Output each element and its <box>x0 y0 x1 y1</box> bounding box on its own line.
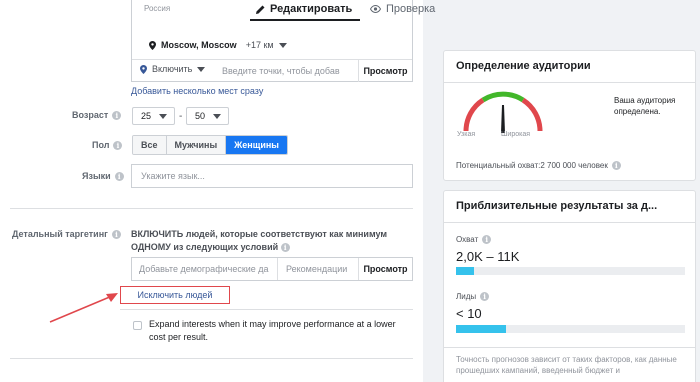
audience-note: Ваша аудитория определена. <box>614 96 676 116</box>
age-label: Возраст <box>72 110 109 120</box>
gender-option-men[interactable]: Мужчины <box>166 136 227 154</box>
info-icon[interactable]: i <box>114 171 124 181</box>
detailed-targeting-description: ВКЛЮЧИТЬ людей, которые соответствуют ка… <box>131 229 388 252</box>
chevron-down-icon <box>197 66 206 72</box>
gender-option-women[interactable]: Женщины <box>226 136 287 154</box>
age-min-select[interactable]: 25 <box>132 107 175 125</box>
include-dropdown[interactable]: Включить <box>140 64 206 74</box>
info-icon[interactable]: i <box>480 292 490 301</box>
estimate-footer-note: Точность прогнозов зависит от таких факт… <box>456 355 677 375</box>
leads-label: Лиды <box>456 292 477 301</box>
detailed-targeting-box: Добавьте демографические да Рекомендации… <box>131 257 413 281</box>
info-icon[interactable]: i <box>280 243 290 252</box>
include-label: Включить <box>152 64 193 74</box>
leads-value: < 10 <box>456 306 482 321</box>
eye-icon <box>370 5 381 13</box>
chevron-down-icon <box>159 113 168 119</box>
recommendations-button[interactable]: Рекомендации <box>277 258 355 280</box>
location-city-row[interactable]: Moscow, Moscow +17 км <box>149 40 287 50</box>
gender-label: Пол <box>92 140 110 150</box>
tab-edit[interactable]: Редактировать <box>256 0 352 18</box>
languages-label-row: Языки i <box>82 171 124 181</box>
detailed-targeting-browse-button[interactable]: Просмотр <box>358 258 412 280</box>
divider <box>444 82 695 83</box>
info-icon[interactable]: i <box>113 140 123 150</box>
exclude-people-link[interactable]: Исключить людей <box>120 286 230 304</box>
annotation-arrow <box>49 293 118 323</box>
location-radius[interactable]: +17 км <box>246 40 274 50</box>
audience-definition-card: Определение аудитории Узкая Широкая Ваша… <box>443 50 696 181</box>
estimated-results-title: Приблизительные результаты за д... <box>456 200 658 212</box>
age-min-value: 25 <box>141 111 152 121</box>
expand-interests-checkbox[interactable] <box>133 321 142 330</box>
info-icon[interactable]: i <box>111 229 121 239</box>
divider <box>444 222 695 223</box>
expand-interests-label[interactable]: Expand interests when it may improve per… <box>149 318 413 344</box>
tab-review-label: Проверка <box>386 3 436 15</box>
reach-label: Охват <box>456 235 479 244</box>
tab-review[interactable]: Проверка <box>370 0 435 18</box>
audience-definition-title: Определение аудитории <box>456 60 591 72</box>
languages-label: Языки <box>82 171 111 181</box>
gender-option-all[interactable]: Все <box>133 136 167 154</box>
divider <box>120 309 413 310</box>
potential-reach: Потенциальный охват:2 700 000 человек <box>456 161 608 170</box>
add-bulk-locations-link[interactable]: Добавить несколько мест сразу <box>131 86 263 96</box>
location-search-input[interactable]: Введите точки, чтобы добав <box>222 66 340 76</box>
leads-label-row: Лиды i <box>456 292 490 301</box>
reach-label-row: Охват i <box>456 235 492 244</box>
languages-input[interactable]: Укажите язык... <box>131 164 413 188</box>
estimated-results-card: Приблизительные результаты за д... Охват… <box>443 190 696 382</box>
chevron-down-icon <box>213 113 222 119</box>
location-city: Moscow, Moscow <box>161 40 237 50</box>
leads-bar-fill <box>456 325 507 333</box>
divider <box>444 347 695 348</box>
targeting-panel: Россия Moscow, Moscow +17 км Включить Вв… <box>0 0 423 382</box>
detailed-targeting-label: Детальный таргетинг <box>12 229 108 239</box>
location-country: Россия <box>144 4 171 13</box>
detailed-targeting-input[interactable]: Добавьте демографические да <box>132 264 277 274</box>
reach-bar-fill <box>456 267 475 275</box>
chevron-down-icon[interactable] <box>278 42 287 48</box>
gender-segmented-control: Все Мужчины Женщины <box>132 135 288 155</box>
info-icon[interactable]: i <box>112 110 122 120</box>
location-browse-button[interactable]: Просмотр <box>358 60 412 82</box>
pencil-icon <box>256 5 265 14</box>
divider <box>10 358 413 359</box>
age-max-select[interactable]: 50 <box>186 107 229 125</box>
divider <box>10 208 413 209</box>
age-range-dash: - <box>179 111 183 122</box>
active-tab-indicator <box>250 19 360 21</box>
age-label-row: Возраст i <box>72 110 122 120</box>
gauge-wide-label: Широкая <box>501 131 531 138</box>
gauge-narrow-label: Узкая <box>457 131 476 138</box>
location-pin-icon <box>140 64 147 74</box>
location-pin-icon <box>149 40 156 50</box>
reach-bar <box>456 267 685 275</box>
audience-gauge <box>463 91 543 133</box>
info-icon[interactable]: i <box>482 235 492 244</box>
tab-edit-label: Редактировать <box>270 3 353 15</box>
info-icon[interactable]: i <box>611 161 621 170</box>
leads-bar <box>456 325 685 333</box>
potential-reach-row: Потенциальный охват:2 700 000 человек i <box>456 161 621 170</box>
reach-value: 2,0K – 11K <box>456 249 520 264</box>
gender-label-row: Пол i <box>92 140 123 150</box>
detailed-targeting-label-row: Детальный таргетинг i <box>12 229 121 239</box>
age-max-value: 50 <box>195 111 206 121</box>
